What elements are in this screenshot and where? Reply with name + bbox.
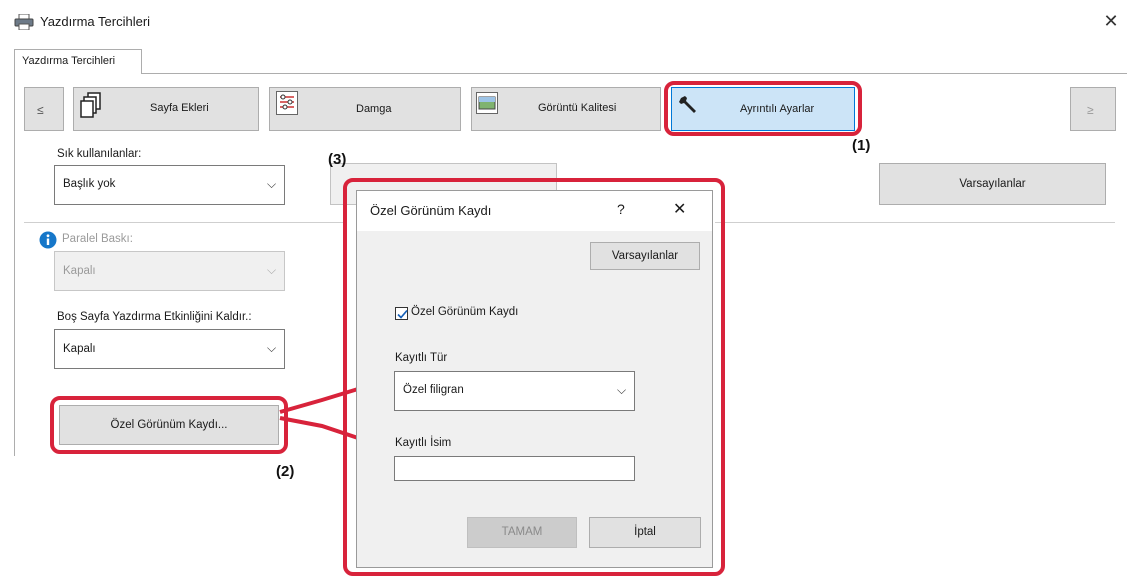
annotation-3: (3)	[328, 151, 347, 168]
favorites-value: Başlık yok	[63, 178, 116, 190]
annotation-1: (1)	[852, 137, 871, 154]
info-icon	[39, 231, 57, 249]
nav-label-image-quality: Görüntü Kalitesi	[538, 102, 617, 114]
nav-label-stamp: Damga	[356, 103, 392, 115]
parallel-print-value: Kapalı	[63, 265, 96, 277]
defaults-button[interactable]: Varsayılanlar	[879, 163, 1106, 205]
image-quality-icon	[476, 92, 498, 114]
chevron-down-icon: ⌵	[267, 177, 277, 191]
favorites-label: Sık kullanılanlar:	[57, 148, 142, 160]
separator	[715, 222, 1115, 223]
chevron-down-icon: ⌵	[267, 263, 277, 277]
separator	[24, 222, 344, 223]
blank-page-select[interactable]: Kapalı ⌵	[54, 329, 285, 369]
blank-page-value: Kapalı	[63, 343, 96, 355]
annotation-2: (2)	[276, 463, 295, 480]
document-stack-icon	[80, 92, 102, 118]
tab-label: Yazdırma Tercihleri	[22, 55, 116, 67]
nav-label-page-attachments: Sayfa Ekleri	[150, 102, 209, 114]
close-window-button[interactable]: ✕	[1100, 10, 1122, 32]
highlight-box-1	[664, 81, 862, 136]
nav-next-button[interactable]: ≥	[1070, 87, 1116, 131]
highlight-box-2	[50, 396, 288, 454]
title-bar	[0, 0, 1127, 44]
printer-icon	[14, 13, 34, 31]
nav-prev-label: ≤	[37, 103, 44, 117]
parallel-print-select: Kapalı ⌵	[54, 251, 285, 291]
favorites-select[interactable]: Başlık yok ⌵	[54, 165, 285, 205]
nav-prev-button[interactable]: ≤	[24, 87, 64, 131]
window-title: Yazdırma Tercihleri	[40, 14, 151, 29]
stamp-icon	[276, 91, 298, 115]
blank-page-label: Boş Sayfa Yazdırma Etkinliğini Kaldır.:	[57, 311, 252, 323]
nav-next-label: ≥	[1087, 103, 1094, 117]
highlight-box-3	[343, 178, 725, 576]
chevron-down-icon: ⌵	[267, 341, 277, 355]
parallel-print-label: Paralel Baskı:	[62, 233, 133, 245]
